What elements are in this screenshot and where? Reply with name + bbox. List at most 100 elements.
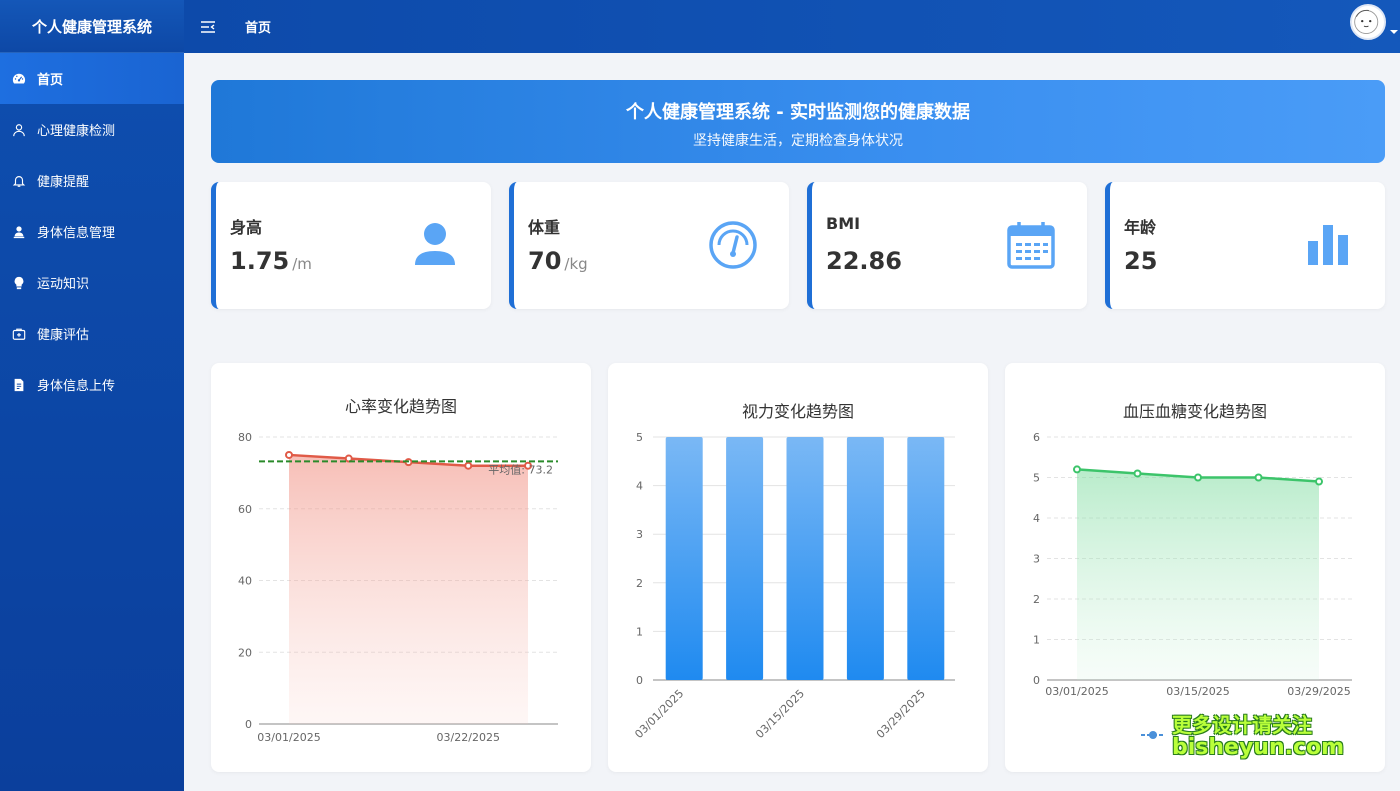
y-tick-label: 2 <box>636 577 643 590</box>
data-point <box>1315 477 1323 486</box>
y-tick-label: 40 <box>238 575 252 588</box>
chart-title: 心率变化趋势图 <box>345 397 457 416</box>
sidebar-item-label: 运动知识 <box>37 277 90 292</box>
calendar-icon <box>1005 219 1057 271</box>
stat-card-weight: 体重 70/kg <box>509 182 789 309</box>
dashboard-icon <box>12 72 26 86</box>
stat-card-height: 身高 1.75/m <box>211 182 491 309</box>
stat-value: 22.86 <box>826 247 902 275</box>
sidebar-item-label: 首页 <box>37 73 64 88</box>
vision-chart-card: 视力变化趋势图 0 1 2 3 4 5 03/01/2025 03/15/2025 03/29/2… <box>608 363 988 772</box>
user-outline-icon <box>12 123 26 137</box>
y-tick-label: 80 <box>238 431 252 444</box>
sidebar-menu: 首页 心理健康检测 健康提醒 身体信息管理 运动知识 健康评估 身体信息上传 <box>0 53 184 410</box>
stat-value: 25 <box>1124 247 1158 275</box>
bar <box>786 437 824 680</box>
data-point <box>464 461 473 470</box>
sidebar-item-label: 身体信息管理 <box>37 226 116 241</box>
sidebar: 个人健康管理系统 首页 心理健康检测 健康提醒 身体信息管理 运动知识 健康评估… <box>0 0 184 791</box>
bar <box>907 437 945 680</box>
person-icon <box>409 219 461 271</box>
lightbulb-icon <box>12 276 26 290</box>
y-tick-label: 1 <box>636 625 643 638</box>
sidebar-item-mental-health[interactable]: 心理健康检测 <box>0 104 184 155</box>
sidebar-item-body-info[interactable]: 身体信息管理 <box>0 206 184 257</box>
heart-rate-chart: 心率变化趋势图 0 20 40 60 80 平均值: 73.2 03/01/2025 03/22… <box>238 397 558 744</box>
chevron-down-icon[interactable] <box>1390 30 1398 34</box>
user-stamp-icon <box>12 225 26 239</box>
sidebar-item-label: 身体信息上传 <box>37 379 116 394</box>
blood-pressure-sugar-chart-card: 血压血糖变化趋势图 0 1 2 3 4 5 6 03/01/2025 03/15/2025 03/2… <box>1005 363 1385 772</box>
y-tick-label: 0 <box>636 674 643 687</box>
stat-label: BMI <box>826 214 861 233</box>
x-tick-label: 03/01/2025 <box>1045 685 1108 698</box>
data-point <box>1073 465 1081 474</box>
x-tick-label: 03/29/2025 <box>874 687 928 741</box>
data-point <box>1254 473 1263 482</box>
bell-icon <box>12 174 26 188</box>
sidebar-item-exercise[interactable]: 运动知识 <box>0 257 184 308</box>
stat-label: 身高 <box>230 218 263 237</box>
banner-title: 个人健康管理系统 - 实时监测您的健康数据 <box>625 102 970 123</box>
sidebar-item-reminders[interactable]: 健康提醒 <box>0 155 184 206</box>
watermark: 更多设计请关注 bisheyun.com <box>1172 713 1345 760</box>
sidebar-item-label: 健康提醒 <box>37 175 90 190</box>
x-tick-label: 03/22/2025 <box>437 731 500 744</box>
breadcrumb[interactable]: 首页 <box>245 17 271 36</box>
y-tick-label: 0 <box>245 718 252 731</box>
area-fill <box>289 454 528 724</box>
sidebar-item-assessment[interactable]: 健康评估 <box>0 308 184 359</box>
x-tick-label: 03/15/2025 <box>753 687 807 741</box>
legend-marker <box>1149 731 1157 739</box>
y-tick-label: 3 <box>636 528 643 541</box>
app-title: 个人健康管理系统 <box>0 0 184 53</box>
blood-pressure-sugar-chart: 血压血糖变化趋势图 0 1 2 3 4 5 6 03/01/2025 03/15/2025 03/2… <box>1033 402 1352 739</box>
x-tick-label: 03/01/2025 <box>632 687 686 741</box>
heart-rate-chart-card: 心率变化趋势图 0 20 40 60 80 平均值: 73.2 03/01/2025 03/22… <box>211 363 591 772</box>
y-tick-label: 60 <box>238 503 252 516</box>
y-tick-label: 3 <box>1033 553 1040 566</box>
y-tick-label: 20 <box>238 646 252 659</box>
bar <box>846 437 884 680</box>
gauge-icon <box>707 219 759 271</box>
y-tick-label: 1 <box>1033 634 1040 647</box>
bar-chart-icon <box>1303 219 1355 271</box>
x-tick-label: 03/15/2025 <box>1166 685 1229 698</box>
sidebar-item-upload[interactable]: 身体信息上传 <box>0 359 184 410</box>
stat-card-age: 年龄 25 <box>1105 182 1385 309</box>
data-point <box>285 450 293 459</box>
sidebar-item-label: 心理健康检测 <box>37 124 116 139</box>
bar <box>726 437 764 680</box>
data-point <box>1194 473 1202 482</box>
avatar[interactable] <box>1350 4 1386 40</box>
bar <box>665 437 703 680</box>
x-tick-label: 03/01/2025 <box>257 731 320 744</box>
y-tick-label: 0 <box>1033 674 1040 687</box>
chart-title: 血压血糖变化趋势图 <box>1123 402 1267 421</box>
area-fill <box>1077 469 1319 680</box>
stat-card-bmi: BMI 22.86 <box>807 182 1087 309</box>
welcome-banner: 个人健康管理系统 - 实时监测您的健康数据 坚持健康生活，定期检查身体状况 <box>211 80 1385 163</box>
sidebar-item-label: 健康评估 <box>37 328 90 343</box>
vision-chart: 视力变化趋势图 0 1 2 3 4 5 03/01/2025 03/15/2025 03/29/2… <box>632 402 955 741</box>
chart-title: 视力变化趋势图 <box>742 402 854 421</box>
top-header: 首页 <box>184 0 1400 53</box>
y-tick-label: 2 <box>1033 593 1040 606</box>
x-tick-label: 03/29/2025 <box>1287 685 1350 698</box>
sidebar-item-home[interactable]: 首页 <box>0 53 184 104</box>
stat-value: 1.75/m <box>230 247 312 275</box>
y-tick-label: 4 <box>1033 512 1040 525</box>
y-tick-label: 5 <box>1033 472 1040 485</box>
average-label: 平均值: 73.2 <box>488 463 553 476</box>
y-tick-label: 5 <box>636 431 643 444</box>
stat-label: 年龄 <box>1124 218 1157 237</box>
document-upload-icon <box>12 378 26 392</box>
medical-box-icon <box>12 327 26 341</box>
y-tick-label: 4 <box>636 480 643 493</box>
stat-value: 70/kg <box>528 247 588 275</box>
banner-subtitle: 坚持健康生活，定期检查身体状况 <box>693 133 903 149</box>
y-tick-label: 6 <box>1033 431 1040 444</box>
data-point <box>1133 469 1142 478</box>
stat-label: 体重 <box>528 218 561 237</box>
menu-toggle-icon[interactable] <box>199 18 217 36</box>
